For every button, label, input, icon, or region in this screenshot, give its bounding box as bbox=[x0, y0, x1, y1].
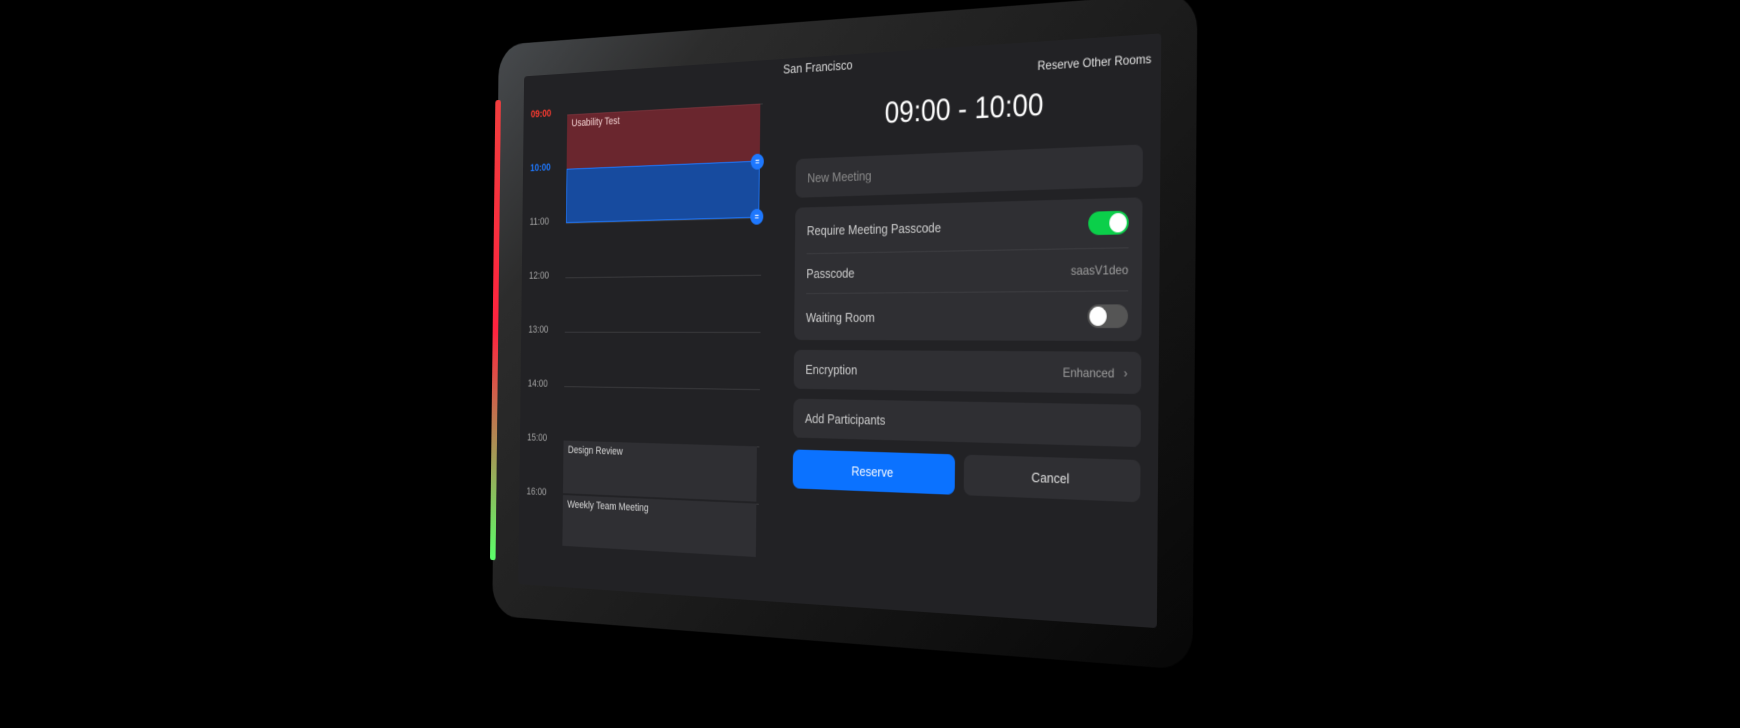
toggle-knob bbox=[1109, 213, 1127, 233]
event-design-review[interactable]: Design Review bbox=[563, 441, 757, 502]
action-buttons: Reserve Cancel bbox=[793, 449, 1141, 502]
timeline[interactable]: 09:00 10:00 11:00 12:00 bbox=[525, 103, 775, 602]
encryption-row[interactable]: Encryption Enhanced › bbox=[794, 350, 1142, 394]
hour-line bbox=[565, 332, 761, 333]
waiting-room-toggle[interactable] bbox=[1087, 304, 1128, 328]
event-title: Design Review bbox=[568, 444, 623, 457]
hour-label: 13:00 bbox=[528, 324, 559, 335]
hour-label: 10:00 bbox=[530, 162, 561, 174]
hour-row-1100: 11:00 bbox=[529, 217, 774, 278]
event-title: Weekly Team Meeting bbox=[567, 499, 648, 514]
meeting-topic-input[interactable]: New Meeting bbox=[795, 144, 1142, 197]
hour-row-1200: 12:00 bbox=[528, 275, 773, 332]
screen: San Francisco Reserve Other Rooms 09:00 … bbox=[518, 33, 1161, 628]
waiting-room-label: Waiting Room bbox=[806, 309, 875, 324]
passcode-row[interactable]: Passcode saasV1deo bbox=[795, 248, 1143, 293]
participants-card: Add Participants bbox=[793, 399, 1141, 447]
hour-label: 09:00 bbox=[531, 107, 562, 120]
timeline-panel: 09:00 10:00 11:00 12:00 bbox=[518, 83, 782, 602]
event-usability-test[interactable]: Usability Test bbox=[567, 104, 761, 169]
encryption-card: Encryption Enhanced › bbox=[794, 350, 1142, 394]
topic-card: New Meeting bbox=[795, 144, 1142, 197]
require-passcode-toggle[interactable] bbox=[1088, 211, 1129, 236]
hour-label: 15:00 bbox=[527, 432, 558, 444]
hour-row-1400: 14:00 bbox=[527, 386, 772, 447]
selected-time-heading: 09:00 - 10:00 bbox=[796, 75, 1143, 149]
waiting-room-row: Waiting Room bbox=[794, 291, 1142, 341]
meeting-topic-placeholder: New Meeting bbox=[807, 168, 871, 185]
passcode-label: Passcode bbox=[806, 265, 854, 281]
hour-row-1300: 13:00 bbox=[528, 332, 773, 390]
hour-label: 12:00 bbox=[529, 270, 560, 282]
encryption-value: Enhanced bbox=[1063, 365, 1115, 381]
chevron-right-icon: › bbox=[1124, 366, 1128, 381]
selected-time-slot[interactable]: = = bbox=[566, 161, 760, 223]
security-card: Require Meeting Passcode Passcode saasV1… bbox=[794, 197, 1142, 341]
room-scheduler-tablet: San Francisco Reserve Other Rooms 09:00 … bbox=[514, 26, 1167, 635]
toggle-knob bbox=[1089, 307, 1106, 326]
passcode-value: saasV1deo bbox=[1071, 262, 1129, 278]
require-passcode-row: Require Meeting Passcode bbox=[795, 197, 1143, 253]
add-participants-row[interactable]: Add Participants bbox=[793, 399, 1141, 447]
event-title: Usability Test bbox=[571, 115, 619, 129]
add-participants-label: Add Participants bbox=[805, 411, 886, 428]
cancel-button[interactable]: Cancel bbox=[964, 455, 1141, 503]
encryption-value-wrap: Enhanced › bbox=[1063, 364, 1128, 381]
hour-label: 11:00 bbox=[530, 216, 561, 228]
reserve-button[interactable]: Reserve bbox=[793, 449, 955, 494]
reservation-panel: 09:00 - 10:00 New Meeting Require Meetin… bbox=[777, 59, 1162, 628]
hour-label: 14:00 bbox=[528, 378, 559, 390]
encryption-label: Encryption bbox=[805, 362, 857, 378]
hour-label: 16:00 bbox=[526, 486, 557, 499]
